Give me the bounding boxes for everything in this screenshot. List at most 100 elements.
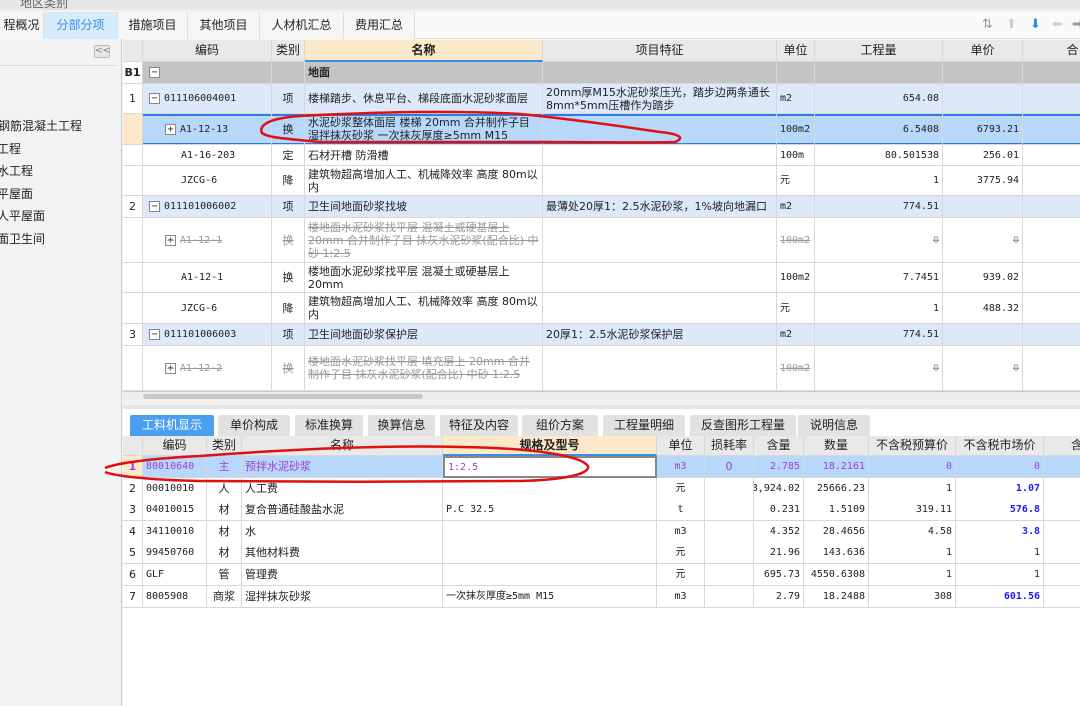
cell-4[interactable]	[443, 520, 657, 543]
name-cell[interactable]: 水泥砂浆整体面层 楼梯 20mm 合并制作子目 湿拌抹灰砂浆 一次抹灰厚度≥5m…	[305, 114, 543, 145]
cell-2[interactable]: 人	[207, 477, 242, 500]
table-row[interactable]: 4 34110010 材水 m3 4.352 28.4656 4.58 3.8	[123, 520, 1080, 543]
total-cell[interactable]	[1023, 62, 1080, 84]
cell-3[interactable]: 管理费	[242, 564, 443, 586]
cell-7[interactable]: 3,924.02	[754, 477, 804, 500]
column-header[interactable]: 名称	[305, 40, 543, 62]
table-row[interactable]: 6 GLF 管管理费元 695.73 4550.6308 1 1	[123, 564, 1080, 586]
cell-10[interactable]: 601.56	[956, 585, 1044, 608]
type-cell[interactable]: 项	[272, 196, 305, 218]
type-cell[interactable]: 换	[272, 263, 305, 293]
total-cell[interactable]	[1023, 324, 1080, 346]
name-cell[interactable]: 建筑物超高增加人工、机械降效率 高度 80m以内	[305, 293, 543, 324]
unit-cell[interactable]: 100m2	[777, 263, 815, 293]
name-cell[interactable]: 楼梯踏步、休息平台、梯段底面水泥砂浆面层	[305, 84, 543, 114]
unit-cell[interactable]: 元	[777, 166, 815, 196]
unit-cell[interactable]: 100m2	[777, 346, 815, 391]
cell-6[interactable]	[705, 499, 754, 522]
detail-tab-3[interactable]: 换算信息	[368, 415, 435, 436]
code-cell[interactable]: A1-16-203	[143, 145, 272, 166]
scroll-thumb[interactable]	[143, 394, 423, 399]
code-cell[interactable]: + A1-12-13	[143, 114, 272, 145]
cell-11[interactable]	[1044, 521, 1080, 543]
code-cell[interactable]: A1-12-1	[143, 263, 272, 293]
qty-cell[interactable]: 0	[815, 218, 943, 263]
column-header[interactable]: 合	[1023, 40, 1080, 62]
table-row[interactable]: B1− 地面	[123, 62, 1080, 84]
price-cell[interactable]: 3775.94	[943, 166, 1023, 196]
cell-9[interactable]: 1	[869, 477, 956, 500]
price-cell[interactable]	[943, 62, 1023, 84]
cell-5[interactable]: m3	[657, 585, 705, 608]
type-cell[interactable]	[272, 62, 305, 84]
cell-1[interactable]: 34110010	[143, 520, 207, 543]
cell-5[interactable]: m3	[657, 520, 705, 543]
type-cell[interactable]: 换	[272, 218, 305, 263]
table-row[interactable]: JZCG-6 降建筑物超高增加人工、机械降效率 高度 80m以内 元 1 488.32	[123, 293, 1080, 324]
feat-cell[interactable]	[543, 293, 777, 324]
arrow-down-icon[interactable]: ⬇	[1030, 17, 1041, 32]
cell-4[interactable]: 1:2.5	[443, 456, 657, 478]
unit-cell[interactable]: 100m2	[777, 218, 815, 263]
cell-11[interactable]	[1044, 564, 1080, 586]
cell-11[interactable]	[1044, 586, 1080, 608]
qty-cell[interactable]: 0	[815, 346, 943, 391]
detail-tab-6[interactable]: 工程量明细	[603, 415, 685, 436]
tab-5[interactable]: 费用汇总	[344, 12, 415, 39]
price-cell[interactable]: 0	[943, 346, 1023, 391]
code-cell[interactable]: −011101006003	[143, 324, 272, 346]
cell-2[interactable]: 管	[207, 564, 242, 586]
code-cell[interactable]: −011106004001	[143, 84, 272, 114]
cell-10[interactable]: 3.8	[956, 520, 1044, 543]
expand-icon[interactable]: +	[165, 123, 176, 135]
cell-7[interactable]: 0.231	[754, 499, 804, 522]
type-cell[interactable]: 换	[272, 114, 305, 145]
feat-cell[interactable]: 20mm厚M15水泥砂浆压光，踏步边两条通长8mm*5mm压槽作为踏步	[543, 84, 777, 114]
code-cell[interactable]: + A1-12-1	[143, 218, 272, 263]
cell-10[interactable]: 576.8	[956, 499, 1044, 522]
cell-5[interactable]: 元	[657, 542, 705, 565]
collapse-icon[interactable]: −	[149, 93, 160, 104]
feat-cell[interactable]	[543, 166, 777, 196]
cell-3[interactable]: 其他材料费	[242, 542, 443, 565]
detail-tab-5[interactable]: 组价方案	[522, 415, 598, 436]
tab-0[interactable]: 程概况	[0, 12, 44, 39]
cell-5[interactable]: m3	[657, 456, 705, 478]
unit-cell[interactable]	[777, 62, 815, 84]
qty-cell[interactable]	[815, 62, 943, 84]
column-header[interactable]: 规格及型号	[443, 436, 657, 456]
cell-3[interactable]: 预拌水泥砂浆	[242, 456, 443, 478]
total-cell[interactable]	[1023, 196, 1080, 218]
total-cell[interactable]	[1023, 346, 1080, 391]
column-header[interactable]: 数量	[804, 436, 869, 456]
column-header[interactable]: 单位	[657, 436, 705, 456]
cell-8[interactable]: 28.4656	[804, 520, 869, 543]
cell-6[interactable]	[705, 542, 754, 565]
qty-cell[interactable]: 1	[815, 293, 943, 324]
collapse-sidebar-button[interactable]: <<	[94, 45, 110, 58]
cell-6[interactable]: 0	[705, 456, 754, 478]
table-row[interactable]: 3 04010015 材复合普通硅酸盐水泥 P.C 32.5 t 0.231 1.5109 3…	[123, 499, 1080, 522]
detail-tab-1[interactable]: 单价构成	[218, 415, 290, 436]
cell-3[interactable]: 复合普通硅酸盐水泥	[242, 499, 443, 522]
cell-6[interactable]	[705, 477, 754, 500]
cell-1[interactable]: 80010640	[143, 456, 207, 478]
detail-tab-2[interactable]: 标准换算	[295, 415, 363, 436]
feat-cell[interactable]	[543, 218, 777, 263]
cell-9[interactable]: 319.11	[869, 499, 956, 522]
name-cell[interactable]: 建筑物超高增加人工、机械降效率 高度 80m以内	[305, 166, 543, 196]
sidebar-item[interactable]: 工程	[0, 140, 21, 157]
qty-cell[interactable]: 1	[815, 166, 943, 196]
table-row[interactable]: + A1-12-2 换楼地面水泥砂浆找平层 填充层上 20mm 合并制作子目 抹灰水…	[123, 346, 1080, 391]
table-row[interactable]: JZCG-6 降建筑物超高增加人工、机械降效率 高度 80m以内 元 1 3775.94	[123, 166, 1080, 196]
column-header[interactable]: 类别	[207, 436, 242, 456]
cell-1[interactable]: 8005908	[143, 585, 207, 608]
name-cell[interactable]: 楼地面水泥砂浆找平层 填充层上 20mm 合并制作子目 抹灰水泥砂浆(配合比) …	[305, 346, 543, 391]
price-cell[interactable]	[943, 324, 1023, 346]
name-cell[interactable]: 地面	[305, 62, 543, 84]
unit-cell[interactable]: m2	[777, 324, 815, 346]
cell-8[interactable]: 25666.23	[804, 477, 869, 500]
collapse-icon[interactable]: −	[149, 201, 160, 212]
column-header[interactable]: 不含税预算价	[869, 436, 956, 456]
sort-icon[interactable]: ⇅	[982, 17, 993, 32]
